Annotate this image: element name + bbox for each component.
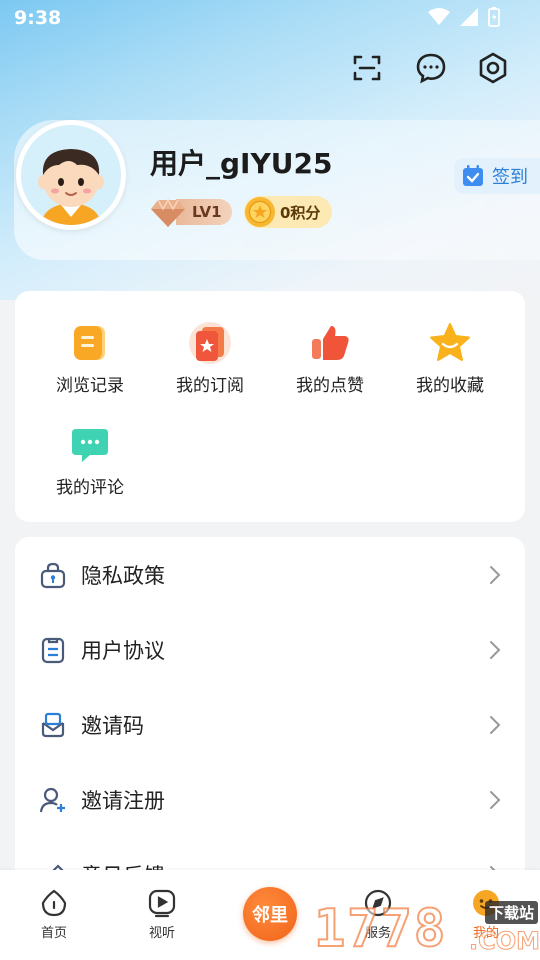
play-video-icon xyxy=(148,889,176,918)
settings-menu-list: 隐私政策 用户协议 邀请码 邀请注册 xyxy=(15,537,525,897)
tab-home[interactable]: 首页 xyxy=(19,888,89,941)
messages-button[interactable] xyxy=(411,48,451,88)
calendar-check-icon xyxy=(463,165,483,186)
settings-icon xyxy=(479,52,507,84)
settings-button[interactable] xyxy=(473,48,513,88)
quick-action-label: 我的收藏 xyxy=(416,376,484,396)
menu-item-label: 隐私政策 xyxy=(81,563,165,588)
quick-action-label: 我的点赞 xyxy=(296,376,364,396)
points-text: 0积分 xyxy=(280,203,321,222)
document-icon xyxy=(41,637,65,663)
tab-neighborhood-center-button[interactable]: 邻里 xyxy=(243,887,297,941)
star-icon xyxy=(430,323,470,361)
status-bar: 9:38 xyxy=(0,0,540,36)
tab-label: 首页 xyxy=(40,926,67,941)
status-time: 9:38 xyxy=(14,7,62,29)
points-badge[interactable]: 0积分 xyxy=(244,196,333,228)
quick-actions-panel: 浏览记录 我的订阅 我的点赞 我的收藏 我的评论 xyxy=(15,291,525,522)
signin-label: 签到 xyxy=(492,167,528,188)
chevron-right-icon xyxy=(490,640,501,659)
center-tab-label: 邻里 xyxy=(252,905,288,926)
status-icons xyxy=(428,7,500,27)
add-user-icon xyxy=(39,787,65,812)
quick-action-subscriptions[interactable]: 我的订阅 xyxy=(150,321,270,401)
history-icon xyxy=(74,326,105,360)
quick-action-label: 我的评论 xyxy=(56,478,124,498)
watermark-number: 1778 xyxy=(313,898,448,960)
chevron-right-icon xyxy=(490,715,501,734)
menu-item-user-agreement[interactable]: 用户协议 xyxy=(15,612,525,687)
chat-bubble-icon xyxy=(416,53,446,84)
level-badge[interactable]: LV1 xyxy=(150,196,232,228)
scan-button[interactable] xyxy=(347,48,387,88)
menu-item-label: 邀请注册 xyxy=(81,788,165,813)
menu-item-privacy-policy[interactable]: 隐私政策 xyxy=(15,537,525,612)
scan-icon xyxy=(353,55,381,81)
home-icon xyxy=(41,889,67,917)
watermark-sub: 下载站 xyxy=(484,901,538,924)
battery-icon xyxy=(488,7,500,27)
quick-action-label: 我的订阅 xyxy=(176,376,244,396)
menu-item-label: 用户协议 xyxy=(81,638,165,663)
subscription-icon xyxy=(189,322,231,364)
avatar-boy-icon xyxy=(21,125,121,225)
signal-icon xyxy=(460,8,478,26)
chevron-right-icon xyxy=(490,790,501,809)
chevron-right-icon xyxy=(490,565,501,584)
comment-icon xyxy=(72,429,108,462)
quick-action-label: 浏览记录 xyxy=(56,376,124,396)
quick-action-comments[interactable]: 我的评论 xyxy=(30,423,150,503)
watermark-suffix: .COM xyxy=(468,927,540,956)
tab-label: 视听 xyxy=(148,926,175,941)
mail-icon xyxy=(41,712,65,737)
menu-item-label: 邀请码 xyxy=(81,713,144,738)
username: 用户_gIYU25 xyxy=(150,147,333,180)
quick-action-history[interactable]: 浏览记录 xyxy=(30,321,150,401)
diamond-icon xyxy=(151,198,185,227)
privacy-lock-icon xyxy=(40,562,66,588)
quick-action-favorites[interactable]: 我的收藏 xyxy=(390,321,510,401)
thumbs-up-icon xyxy=(312,326,349,360)
site-watermark: 1778 下载站 .COM xyxy=(313,895,540,960)
wifi-icon xyxy=(428,8,450,25)
signin-button[interactable]: 签到 xyxy=(454,158,540,194)
tab-watch[interactable]: 视听 xyxy=(127,888,197,941)
menu-item-invite-register[interactable]: 邀请注册 xyxy=(15,762,525,837)
quick-action-likes[interactable]: 我的点赞 xyxy=(270,321,390,401)
avatar[interactable] xyxy=(16,120,126,230)
coin-icon xyxy=(245,197,275,227)
menu-item-invite-code[interactable]: 邀请码 xyxy=(15,687,525,762)
